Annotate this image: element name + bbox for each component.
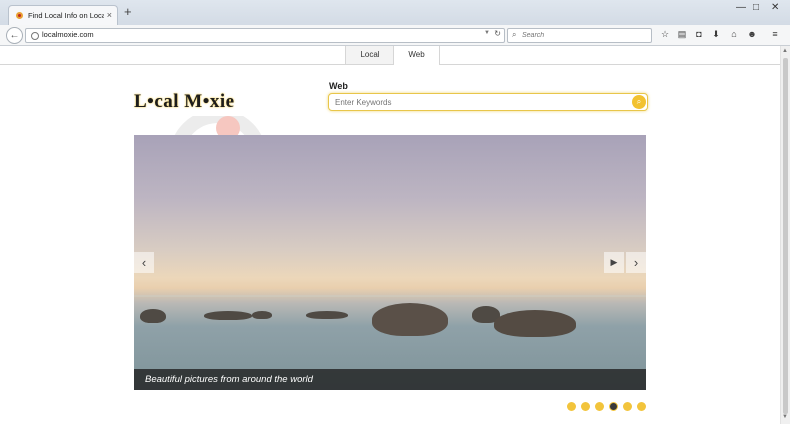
site-tab-strip: Local Web: [0, 46, 780, 65]
browser-search-input[interactable]: [522, 30, 642, 40]
chevron-left-icon: ‹: [141, 255, 147, 270]
scroll-up-icon[interactable]: ▲: [782, 48, 788, 54]
carousel-dot[interactable]: [581, 402, 590, 411]
slide-horizon: [134, 295, 646, 297]
tab-web[interactable]: Web: [393, 46, 440, 65]
slide-next-button[interactable]: ›: [626, 252, 646, 273]
caption-bar: Beautiful pictures from around the world: [134, 369, 646, 390]
page-content: Local Web PC L•cal M•xie Web ⌕ ‹ ▶ › Bea…: [0, 46, 780, 424]
minimize-button[interactable]: —: [736, 2, 746, 13]
slide-rock: [252, 311, 272, 319]
back-button[interactable]: ←: [6, 27, 23, 44]
slide-rock: [372, 303, 448, 336]
search-submit-button[interactable]: ⌕: [632, 95, 646, 109]
reload-icon[interactable]: ↻: [494, 29, 501, 38]
new-tab-button[interactable]: +: [124, 5, 132, 19]
tab-local[interactable]: Local: [345, 46, 395, 64]
browser-tab[interactable]: Find Local Info on LocalMo... ×: [8, 5, 118, 26]
search-icon: ⌕: [512, 30, 517, 39]
tab-title: Find Local Info on LocalMo...: [28, 11, 104, 20]
slide-prev-button[interactable]: ‹: [134, 252, 154, 273]
carousel-dot[interactable]: [637, 402, 646, 411]
slide-caption: Beautiful pictures from around the world: [145, 374, 313, 385]
search-label: Web: [329, 81, 348, 91]
globe-icon: [31, 32, 39, 40]
carousel-dot[interactable]: [567, 402, 576, 411]
chevron-right-icon: ›: [633, 255, 639, 270]
scroll-thumb[interactable]: [783, 58, 788, 414]
search-icon: ⌕: [636, 97, 642, 106]
carousel-dot-active[interactable]: [609, 402, 618, 411]
url-text[interactable]: localmoxie.com: [42, 30, 94, 39]
slideshow: ‹ ▶ › Beautiful pictures from around the…: [134, 135, 646, 390]
tab-close-button[interactable]: ×: [107, 10, 112, 20]
carousel-dot[interactable]: [623, 402, 632, 411]
scroll-down-icon[interactable]: ▼: [782, 414, 788, 420]
play-icon: ▶: [610, 257, 618, 267]
back-arrow-icon: ←: [9, 30, 20, 41]
close-window-button[interactable]: ✕: [771, 2, 779, 13]
browser-search-bar[interactable]: ⌕: [507, 28, 652, 43]
url-bar[interactable]: localmoxie.com ▼ ↻: [25, 28, 505, 43]
keyword-search-box[interactable]: ⌕: [328, 93, 648, 111]
clipboard-icon[interactable]: ▤: [677, 29, 687, 39]
navigation-bar: ← localmoxie.com ▼ ↻ ⌕ ☆ ▤ ◘ ⬇ ⌂ ☻ ≡: [0, 25, 790, 46]
site-logo[interactable]: L•cal M•xie: [134, 91, 235, 113]
maximize-button[interactable]: □: [753, 2, 759, 13]
keyword-input[interactable]: [335, 96, 625, 108]
chat-icon[interactable]: ☻: [747, 29, 757, 39]
slide-rock: [306, 311, 348, 319]
pocket-icon[interactable]: ◘: [694, 29, 704, 39]
menu-icon[interactable]: ≡: [770, 29, 780, 39]
home-icon[interactable]: ⌂: [729, 29, 739, 39]
slide-rock: [204, 311, 252, 320]
page-scrollbar[interactable]: ▲ ▼: [780, 46, 790, 424]
carousel-dot[interactable]: [595, 402, 604, 411]
slide-play-button[interactable]: ▶: [604, 252, 624, 273]
slide-rock: [140, 309, 166, 323]
slide-rock: [494, 310, 576, 337]
star-icon[interactable]: ☆: [660, 29, 670, 39]
download-icon[interactable]: ⬇: [711, 29, 721, 39]
dropdown-arrow-icon[interactable]: ▼: [484, 30, 490, 36]
title-bar: Find Local Info on LocalMo... × + — □ ✕: [0, 0, 790, 26]
favicon-icon: [16, 12, 23, 19]
